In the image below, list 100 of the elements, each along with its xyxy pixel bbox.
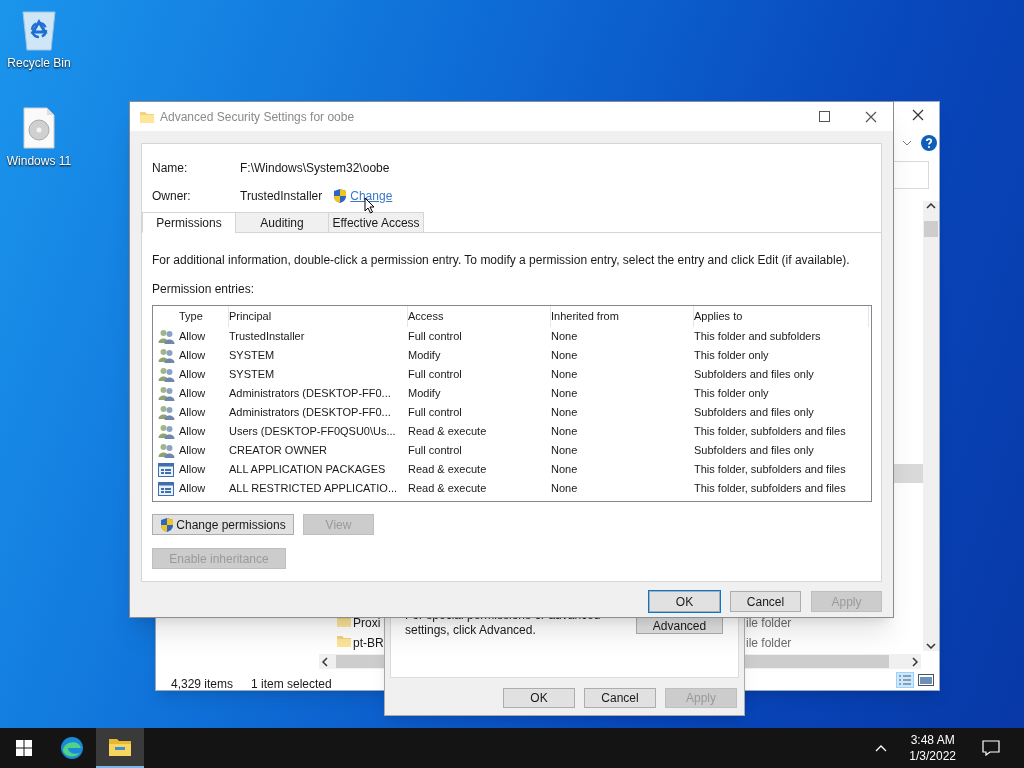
table-cell-text: Allow <box>179 367 207 383</box>
table-cell-text: None <box>551 405 579 421</box>
column-header[interactable]: Principal <box>229 306 408 327</box>
table-cell-text: This folder, subfolders and files <box>694 481 847 497</box>
clock[interactable]: 3:48 AM 1/3/2022 <box>909 732 956 764</box>
dialog-button[interactable]: OK <box>649 591 720 612</box>
scroll-left-icon[interactable] <box>322 656 328 667</box>
table-cell-text: Read & execute <box>408 462 488 478</box>
permission-table[interactable] <box>152 305 872 502</box>
users-icon <box>157 386 175 401</box>
table-cell-text: Read & execute <box>408 424 488 440</box>
close-icon[interactable] <box>865 110 877 123</box>
table-cell-text: Administrators (DESKTOP-FF0... <box>229 405 392 421</box>
table-cell-text: Read & execute <box>408 481 488 497</box>
tab[interactable]: Permissions <box>142 212 236 233</box>
table-cell-text: None <box>551 481 579 497</box>
table-cell-text: Allow <box>179 405 207 421</box>
scroll-up-icon[interactable] <box>926 203 936 209</box>
table-cell-text: Full control <box>408 443 463 459</box>
app-package-icon <box>158 481 174 496</box>
table-cell-text: None <box>551 329 579 345</box>
tab[interactable]: Effective Access <box>328 212 424 233</box>
folder-icon <box>108 737 132 757</box>
table-cell-text: CREATOR OWNER <box>229 443 328 459</box>
table-cell-text: None <box>551 348 579 364</box>
table-cell-text: Allow <box>179 443 207 459</box>
tab[interactable]: Auditing <box>235 212 329 233</box>
file-type: ile folder <box>746 635 792 652</box>
table-cell-text: None <box>551 443 579 459</box>
field-value: F:\Windows\System32\oobe <box>240 159 390 177</box>
instruction-text: For additional information, double-click a permission entry. To modify a permission entry, select the entry and click Edit (if available). <box>152 252 851 269</box>
table-cell-text: Modify <box>408 386 442 402</box>
dialog-button[interactable]: Cancel <box>584 688 656 708</box>
table-cell-text: This folder, subfolders and files <box>694 462 847 478</box>
table-cell-text: This folder, subfolders and files <box>694 424 847 440</box>
shield-icon <box>160 516 175 533</box>
table-cell-text: Allow <box>179 481 207 497</box>
date-text: 1/3/2022 <box>909 748 956 764</box>
column-header[interactable]: Access <box>408 306 551 327</box>
table-cell-text: Allow <box>179 348 207 364</box>
status-text: 1 item selected <box>251 676 332 693</box>
table-cell-text: ALL APPLICATION PACKAGES <box>229 462 387 478</box>
notification-icon[interactable] <box>982 740 1000 756</box>
app-package-icon <box>158 462 174 477</box>
large-icons-view-icon[interactable] <box>918 674 934 686</box>
column-header[interactable]: Type <box>179 306 229 327</box>
table-cell-text: This folder only <box>694 386 770 402</box>
file-name[interactable]: pt-BR <box>353 634 384 652</box>
column-header[interactable]: Inherited from <box>551 306 694 327</box>
table-cell-text: Modify <box>408 348 442 364</box>
table-cell-text: Administrators (DESKTOP-FF0... <box>229 386 392 402</box>
table-cell-text: Allow <box>179 329 207 345</box>
scrollbar-thumb[interactable] <box>924 221 938 237</box>
table-cell-text: SYSTEM <box>229 367 276 383</box>
help-icon[interactable] <box>921 135 937 151</box>
table-cell-text: Users (DESKTOP-FF0QSU0\Us... <box>229 424 397 440</box>
users-icon <box>157 367 175 382</box>
table-cell-text: Subfolders and files only <box>694 443 815 459</box>
maximize-icon[interactable] <box>819 111 830 122</box>
field-label: Name: <box>152 159 189 177</box>
table-cell-text: ALL RESTRICTED APPLICATIO... <box>229 481 399 497</box>
scroll-right-icon[interactable] <box>912 656 918 667</box>
table-cell-text: Full control <box>408 405 463 421</box>
recycle-bin-icon[interactable] <box>19 8 59 52</box>
table-cell-text: None <box>551 386 579 402</box>
time-text: 3:48 AM <box>910 732 955 748</box>
table-cell-text: None <box>551 367 579 383</box>
users-icon <box>157 348 175 363</box>
folder-icon <box>336 633 352 649</box>
users-icon <box>157 405 175 420</box>
field-label: Owner: <box>152 187 192 205</box>
table-cell-text: This folder only <box>694 348 770 364</box>
taskbar-app[interactable] <box>96 728 144 768</box>
users-icon <box>157 443 175 458</box>
table-cell-text: Subfolders and files only <box>694 405 815 421</box>
field-value: TrustedInstaller <box>240 187 323 205</box>
change-permissions-button[interactable]: Change permissions <box>152 514 294 535</box>
users-icon <box>157 424 175 439</box>
table-cell-text: Subfolders and files only <box>694 367 815 383</box>
vertical-scrollbar[interactable] <box>923 201 939 651</box>
chevron-up-icon[interactable] <box>875 744 888 752</box>
table-cell-text: Full control <box>408 367 463 383</box>
file-type: ile folder <box>746 615 792 632</box>
status-text: 4,329 items <box>171 676 234 693</box>
table-cell-text: Allow <box>179 462 207 478</box>
disc-image-icon[interactable] <box>21 106 57 150</box>
file-name[interactable]: Proxi <box>353 614 381 632</box>
section-label: Permission entries: <box>152 281 256 298</box>
table-cell-text: Allow <box>179 424 207 440</box>
shield-icon <box>333 187 348 204</box>
change-owner-link[interactable]: Change <box>350 186 393 205</box>
column-header[interactable]: Applies to <box>694 306 869 327</box>
users-icon <box>157 329 175 344</box>
desktop-icon-label[interactable]: Windows 11 <box>6 152 72 170</box>
chevron-down-icon[interactable] <box>902 140 912 146</box>
scroll-down-icon[interactable] <box>926 643 936 649</box>
dialog-button[interactable]: OK <box>503 688 575 708</box>
dialog-button[interactable]: Cancel <box>730 591 801 612</box>
close-icon[interactable] <box>912 109 924 121</box>
windows-start-icon[interactable] <box>16 740 32 756</box>
